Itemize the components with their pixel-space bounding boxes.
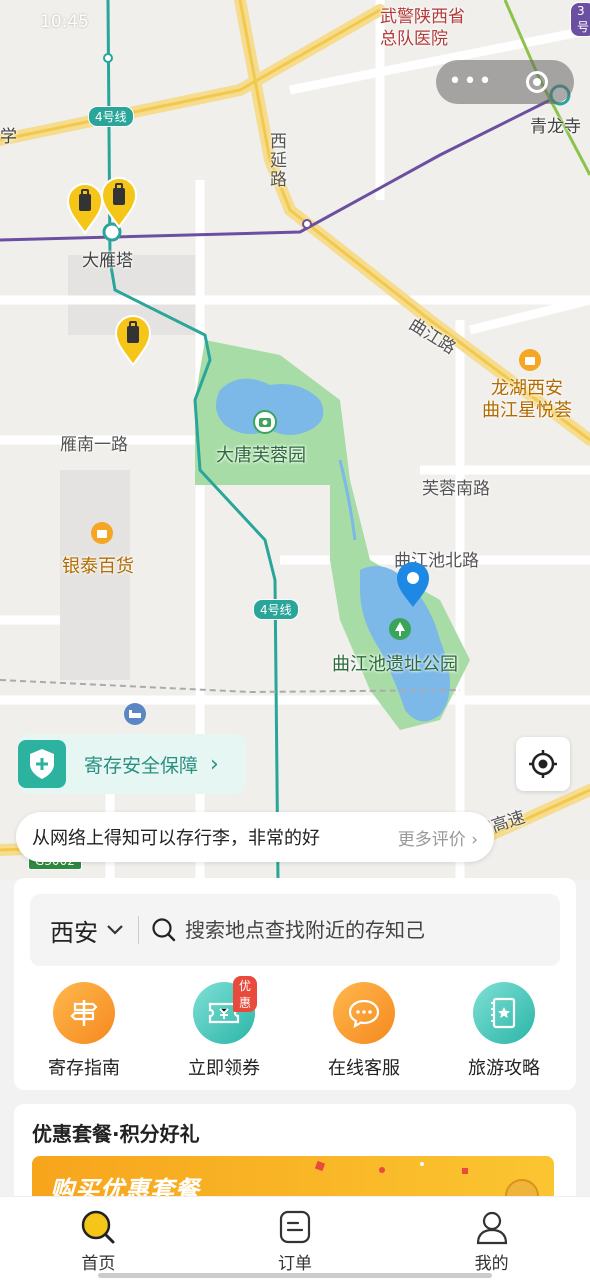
promo-title: 优惠套餐·积分好礼	[32, 1122, 200, 1146]
more-reviews-link[interactable]: 更多评价 ›	[398, 825, 478, 850]
tab-orders[interactable]: 订单	[197, 1197, 394, 1280]
metro-line-badge: 3号	[570, 2, 590, 37]
guidebook-icon	[473, 982, 535, 1044]
quick-action-travel-guide[interactable]: 旅游攻略	[434, 982, 574, 1080]
map-label-yintai: 银泰百货	[62, 556, 134, 577]
map-label-qinglong-temple: 青龙寺	[530, 117, 581, 137]
hotel-icon	[124, 703, 146, 725]
review-ticker[interactable]: 从网络上得知可以存行李，非常的好 更多评价 ›	[16, 812, 494, 862]
order-icon	[279, 1210, 311, 1244]
quick-action-label: 旅游攻略	[468, 1058, 540, 1079]
promo-badge: 优惠	[233, 976, 258, 1012]
chevron-right-icon: ›	[210, 751, 219, 777]
status-bar: 10:45	[0, 0, 590, 44]
chevron-down-icon	[107, 925, 123, 935]
quick-action-label: 寄存指南	[48, 1058, 120, 1079]
review-text: 从网络上得知可以存行李，非常的好	[32, 828, 320, 849]
map-label-datang-furong: 大唐芙蓉园	[216, 445, 306, 466]
luggage-storage-pin[interactable]	[114, 314, 152, 366]
divider	[138, 916, 139, 944]
crosshair-icon	[529, 750, 557, 778]
signpost-icon	[53, 982, 115, 1044]
map-label-hospital: 武警陕西省 总队医院	[380, 7, 465, 49]
status-time: 10:45	[40, 12, 89, 32]
park-camera-icon	[253, 410, 277, 434]
quick-action-label: 立即领券	[188, 1058, 260, 1079]
tab-home[interactable]: 首页	[0, 1197, 197, 1280]
map-label-xue: 学	[0, 127, 17, 147]
mall-icon	[91, 522, 113, 544]
home-indicator	[98, 1273, 492, 1278]
tab-label: 订单	[278, 1254, 312, 1274]
city-selector[interactable]: 西安	[50, 913, 124, 948]
profile-icon	[476, 1211, 507, 1245]
quick-action-guide[interactable]: 寄存指南	[14, 982, 154, 1080]
map-label-qujiangchi-park: 曲江池遗址公园	[332, 654, 458, 675]
bottom-tab-bar: 首页 订单 我的	[0, 1196, 590, 1280]
miniapp-capsule[interactable]: •••	[436, 60, 574, 104]
home-search-icon	[82, 1210, 115, 1244]
map-label-yannan-road: 雁南一路	[60, 435, 128, 455]
search-panel: 西安 寄存指南 优惠 立即领券 在线客服 旅游攻略	[14, 878, 576, 1090]
quick-action-coupon[interactable]: 优惠 立即领券	[154, 976, 294, 1080]
search-icon	[152, 918, 176, 942]
map-label-longhu: 龙湖西安 曲江星悦荟	[482, 378, 572, 421]
mall-icon	[519, 349, 541, 371]
city-label: 西安	[50, 918, 98, 947]
coupon-icon: 优惠	[193, 976, 258, 1044]
park-tree-icon	[389, 618, 411, 640]
map-view[interactable]: 10:45 ••• 武警陕西省 总队医院 4号线 4号线 3号 学 西延路 青龙…	[0, 0, 590, 880]
map-label-furong-south-road: 芙蓉南路	[422, 479, 490, 499]
map-label-dayanta: 大雁塔	[82, 251, 133, 271]
metro-line-badge: 4号线	[88, 106, 134, 127]
shield-plus-icon	[18, 740, 66, 788]
safety-banner-label: 寄存安全保障	[84, 754, 199, 777]
locate-me-button[interactable]	[516, 737, 570, 791]
tab-profile[interactable]: 我的	[393, 1197, 590, 1280]
quick-action-label: 在线客服	[328, 1058, 400, 1079]
tab-label: 我的	[474, 1254, 509, 1274]
search-bar: 西安	[30, 894, 560, 966]
search-input[interactable]	[185, 918, 515, 942]
location-marker-icon[interactable]	[396, 562, 430, 608]
map-label-xiyan-road: 西延路	[266, 132, 286, 189]
luggage-storage-pin[interactable]	[66, 182, 104, 234]
close-miniapp-icon[interactable]	[526, 71, 548, 93]
tab-label: 首页	[81, 1254, 116, 1274]
luggage-storage-pin[interactable]	[100, 176, 138, 228]
metro-line-badge: 4号线	[253, 599, 299, 620]
safety-guarantee-banner[interactable]: 寄存安全保障 ›	[18, 734, 246, 794]
more-menu-icon[interactable]: •••	[436, 62, 506, 102]
chat-icon	[333, 982, 395, 1044]
quick-action-support[interactable]: 在线客服	[294, 982, 434, 1080]
